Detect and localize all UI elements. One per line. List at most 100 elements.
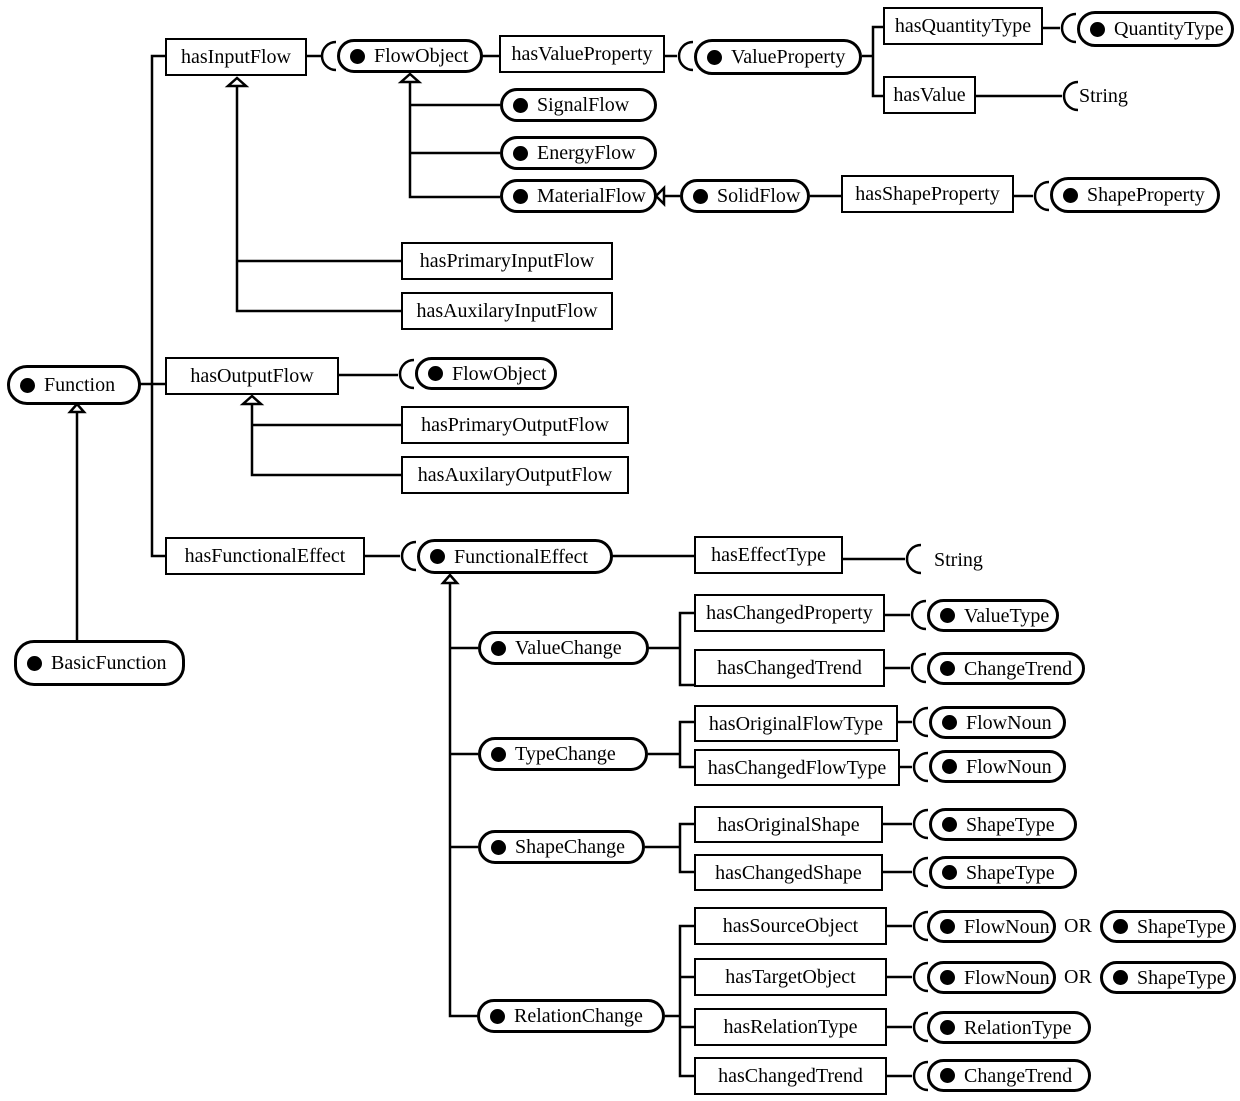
class-value-change[interactable]: ValueChange [478, 631, 649, 665]
class-label: FlowObject [452, 362, 547, 385]
class-flow-object-output[interactable]: FlowObject [415, 357, 557, 390]
prop-has-shape-property[interactable]: hasShapeProperty [841, 175, 1014, 213]
class-label: ChangeTrend [964, 657, 1073, 680]
class-bullet-icon [1113, 970, 1128, 985]
restriction-bracket [912, 808, 929, 840]
prop-has-primary-output-flow[interactable]: hasPrimaryOutputFlow [401, 406, 629, 444]
class-bullet-icon [513, 145, 528, 161]
prop-has-target-object[interactable]: hasTargetObject [694, 958, 887, 996]
class-bullet-icon [940, 970, 955, 985]
class-label: ShapeType [966, 861, 1055, 884]
restriction-bracket [1062, 80, 1079, 112]
class-functional-effect[interactable]: FunctionalEffect [417, 539, 613, 574]
prop-has-changed-property[interactable]: hasChangedProperty [694, 594, 885, 632]
class-bullet-icon [940, 919, 955, 934]
class-label: SignalFlow [537, 94, 630, 116]
prop-has-changed-flow-type[interactable]: hasChangedFlowType [694, 749, 900, 786]
class-signal-flow[interactable]: SignalFlow [500, 88, 657, 122]
class-solid-flow[interactable]: SolidFlow [680, 179, 810, 213]
prop-has-changed-trend[interactable]: hasChangedTrend [694, 649, 885, 687]
class-shape-type[interactable]: ShapeType [929, 856, 1077, 889]
class-label: MaterialFlow [537, 185, 646, 207]
edge [678, 611, 694, 687]
class-label: Function [44, 374, 116, 396]
class-type-change[interactable]: TypeChange [478, 737, 648, 771]
prop-has-functional-effect[interactable]: hasFunctionalEffect [165, 537, 365, 575]
prop-has-original-shape[interactable]: hasOriginalShape [694, 806, 883, 843]
class-material-flow[interactable]: MaterialFlow [500, 179, 657, 213]
class-shape-type[interactable]: ShapeType [1100, 910, 1236, 943]
prop-has-effect-type[interactable]: hasEffectType [694, 536, 843, 574]
prop-has-output-flow[interactable]: hasOutputFlow [165, 357, 339, 395]
class-label: ValueProperty [731, 46, 846, 68]
class-bullet-icon [693, 188, 708, 204]
class-bullet-icon [1063, 187, 1078, 203]
class-bullet-icon [491, 839, 506, 855]
class-shape-type[interactable]: ShapeType [929, 808, 1077, 841]
class-flow-noun[interactable]: FlowNoun [927, 910, 1056, 943]
prop-has-primary-input-flow[interactable]: hasPrimaryInputFlow [401, 242, 613, 280]
edge [678, 822, 694, 874]
prop-has-quantity-type[interactable]: hasQuantityType [883, 7, 1043, 45]
edge [678, 924, 694, 1078]
prop-has-auxilary-input-flow[interactable]: hasAuxilaryInputFlow [401, 292, 613, 330]
class-label: ValueChange [515, 637, 622, 659]
prop-has-changed-trend[interactable]: hasChangedTrend [694, 1057, 887, 1095]
class-value-type[interactable]: ValueType [927, 599, 1059, 632]
class-relation-type[interactable]: RelationType [927, 1011, 1091, 1044]
class-bullet-icon [942, 759, 957, 774]
restriction-bracket [912, 1011, 929, 1043]
restriction-bracket [1033, 180, 1050, 212]
prop-has-value[interactable]: hasValue [883, 76, 976, 114]
class-shape-type[interactable]: ShapeType [1100, 961, 1236, 994]
prop-has-relation-type[interactable]: hasRelationType [694, 1008, 887, 1046]
prop-has-original-flow-type[interactable]: hasOriginalFlowType [694, 705, 898, 742]
class-bullet-icon [513, 188, 528, 204]
class-label: SolidFlow [717, 185, 801, 207]
class-shape-change[interactable]: ShapeChange [478, 830, 645, 864]
prop-has-changed-shape[interactable]: hasChangedShape [694, 854, 883, 891]
class-relation-change[interactable]: RelationChange [477, 999, 665, 1033]
class-label: BasicFunction [51, 652, 167, 674]
prop-has-auxilary-output-flow[interactable]: hasAuxilaryOutputFlow [401, 456, 629, 494]
class-label: TypeChange [515, 743, 616, 765]
class-bullet-icon [940, 608, 955, 623]
class-basic-function[interactable]: BasicFunction [14, 640, 185, 686]
class-flow-noun[interactable]: FlowNoun [929, 706, 1066, 739]
class-bullet-icon [1090, 21, 1105, 37]
edge [150, 54, 165, 558]
class-label: FlowObject [374, 45, 469, 67]
restriction-bracket [677, 40, 694, 72]
subproperty-arrow [224, 76, 250, 88]
prop-has-value-property[interactable]: hasValueProperty [499, 35, 665, 73]
class-change-trend[interactable]: ChangeTrend [927, 652, 1085, 685]
class-label: QuantityType [1114, 18, 1224, 40]
class-flow-noun[interactable]: FlowNoun [929, 750, 1066, 783]
class-label: EnergyFlow [537, 142, 636, 164]
edge [678, 720, 694, 769]
edge [871, 25, 883, 98]
class-bullet-icon [428, 366, 443, 381]
class-bullet-icon [940, 1020, 955, 1035]
class-value-property[interactable]: ValueProperty [694, 39, 862, 75]
class-flow-object-input[interactable]: FlowObject [337, 39, 483, 73]
subproperty-arrow [239, 394, 265, 406]
class-change-trend[interactable]: ChangeTrend [927, 1059, 1091, 1092]
restriction-bracket [398, 358, 415, 390]
class-bullet-icon [20, 377, 35, 393]
edge [235, 86, 401, 313]
prop-has-source-object[interactable]: hasSourceObject [694, 907, 887, 945]
prop-has-input-flow[interactable]: hasInputFlow [165, 38, 307, 76]
class-function[interactable]: Function [7, 365, 141, 405]
class-label: ShapeChange [515, 836, 625, 858]
or-connector: OR [1064, 966, 1092, 988]
class-quantity-type[interactable]: QuantityType [1077, 11, 1234, 47]
restriction-bracket [400, 540, 417, 572]
restriction-bracket [912, 706, 929, 738]
class-shape-property[interactable]: ShapeProperty [1050, 177, 1220, 213]
class-bullet-icon [491, 746, 506, 762]
class-flow-noun[interactable]: FlowNoun [927, 961, 1056, 994]
subclass-arrow [397, 72, 423, 84]
class-label: ChangeTrend [964, 1064, 1073, 1087]
class-energy-flow[interactable]: EnergyFlow [500, 136, 657, 170]
